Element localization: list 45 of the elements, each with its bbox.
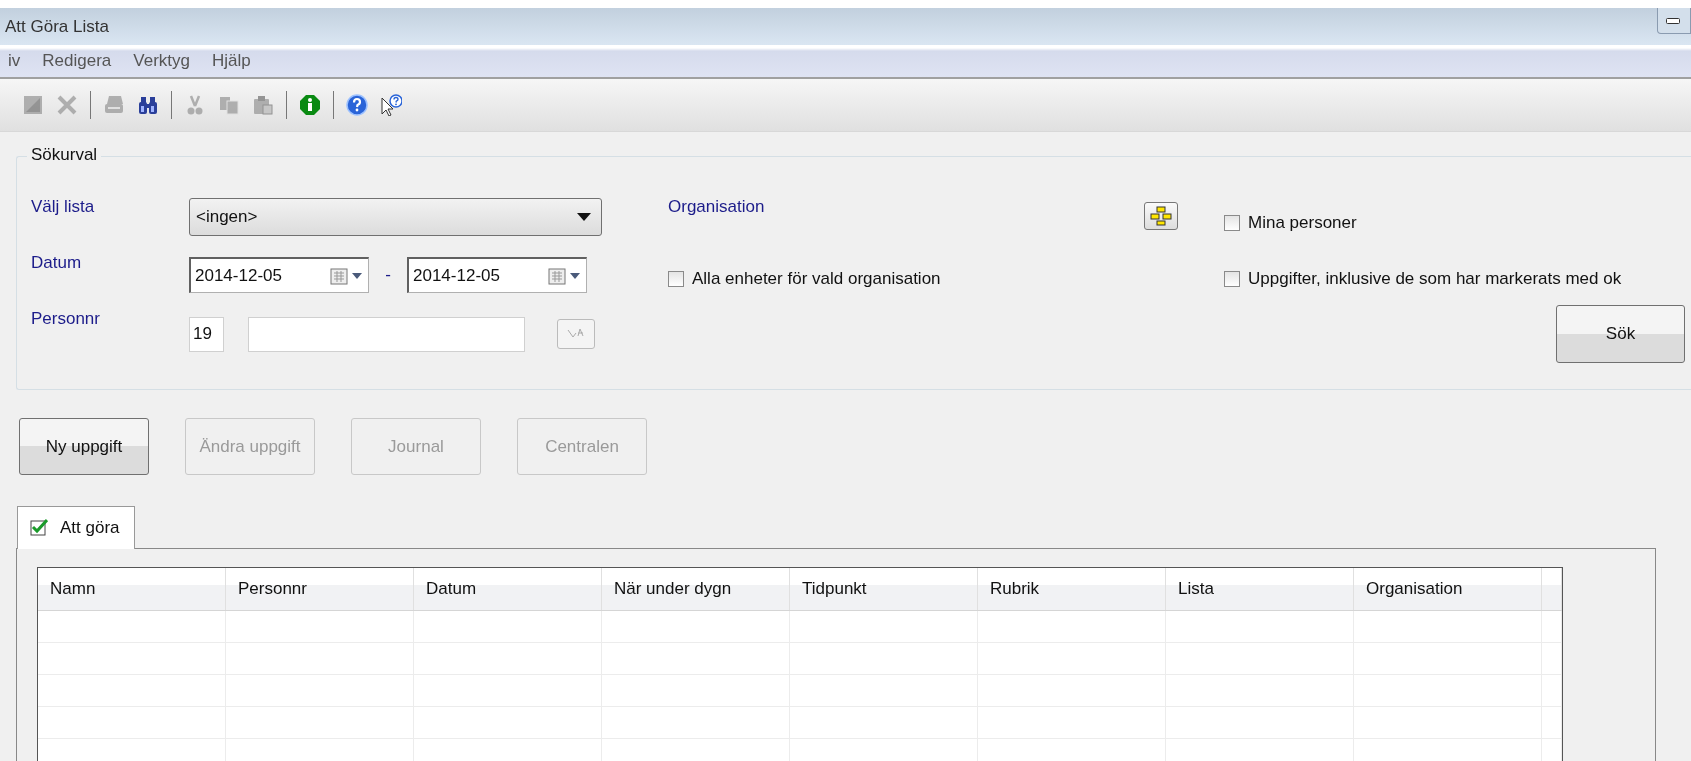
- tab[interactable]: Att göra: [17, 506, 135, 549]
- window-title: Att Göra Lista: [4, 16, 109, 37]
- action-button[interactable]: Ny uppgift: [19, 418, 149, 475]
- dropdown-arrow-icon: [577, 213, 591, 221]
- minimize-button[interactable]: [1657, 8, 1691, 34]
- pointer-help-icon[interactable]: [380, 94, 402, 116]
- organisation-button[interactable]: [1144, 202, 1178, 230]
- binoculars-icon[interactable]: [137, 94, 159, 116]
- date-field[interactable]: 2014-12-05: [407, 257, 587, 293]
- menu-item[interactable]: Redigera: [42, 51, 112, 71]
- date-field[interactable]: 2014-12-05: [189, 257, 369, 293]
- date-separator: -: [384, 265, 392, 285]
- checklist-icon: [30, 519, 48, 537]
- search-button[interactable]: Sök: [1556, 305, 1685, 363]
- checkbox-label: Uppgifter, inklusive de som har markerats med ok: [1248, 269, 1622, 289]
- personnr-prefix-field[interactable]: 19: [189, 316, 224, 352]
- calendar-dropdown-icon: [548, 266, 582, 285]
- checkbox[interactable]: [1224, 271, 1240, 287]
- help-icon[interactable]: [346, 94, 368, 116]
- column-header[interactable]: Personnr: [226, 568, 414, 610]
- menu-item[interactable]: iv: [8, 51, 21, 71]
- column-header[interactable]: När under dygn: [602, 568, 790, 610]
- field-label: Välj lista: [31, 196, 96, 217]
- menu-item[interactable]: Verktyg: [133, 51, 190, 71]
- minimize-icon: [1666, 17, 1680, 24]
- column-header[interactable]: Organisation: [1354, 568, 1542, 610]
- field-label: Organisation: [668, 196, 766, 217]
- column-header[interactable]: Namn: [38, 568, 226, 610]
- checkbox-label: Mina personer: [1248, 213, 1357, 233]
- list-dropdown[interactable]: <ingen>: [189, 198, 602, 236]
- calendar-dropdown-icon: [330, 266, 364, 285]
- org-chart-icon: [1150, 206, 1172, 226]
- field-label: Datum: [31, 252, 83, 273]
- menu-item[interactable]: Hjälp: [212, 51, 251, 71]
- column-header[interactable]: Datum: [414, 568, 602, 610]
- column-header[interactable]: Rubrik: [978, 568, 1166, 610]
- personnr-field[interactable]: [248, 316, 525, 352]
- column-header[interactable]: Tidpunkt: [790, 568, 978, 610]
- checkbox[interactable]: [1224, 215, 1240, 231]
- checkbox-label: Alla enheter för vald organisation: [692, 269, 941, 289]
- lookup-button[interactable]: [557, 319, 595, 349]
- checkbox[interactable]: [668, 271, 684, 287]
- field-label: Personnr: [31, 308, 101, 329]
- column-header[interactable]: Lista: [1166, 568, 1354, 610]
- info-icon[interactable]: [299, 94, 321, 116]
